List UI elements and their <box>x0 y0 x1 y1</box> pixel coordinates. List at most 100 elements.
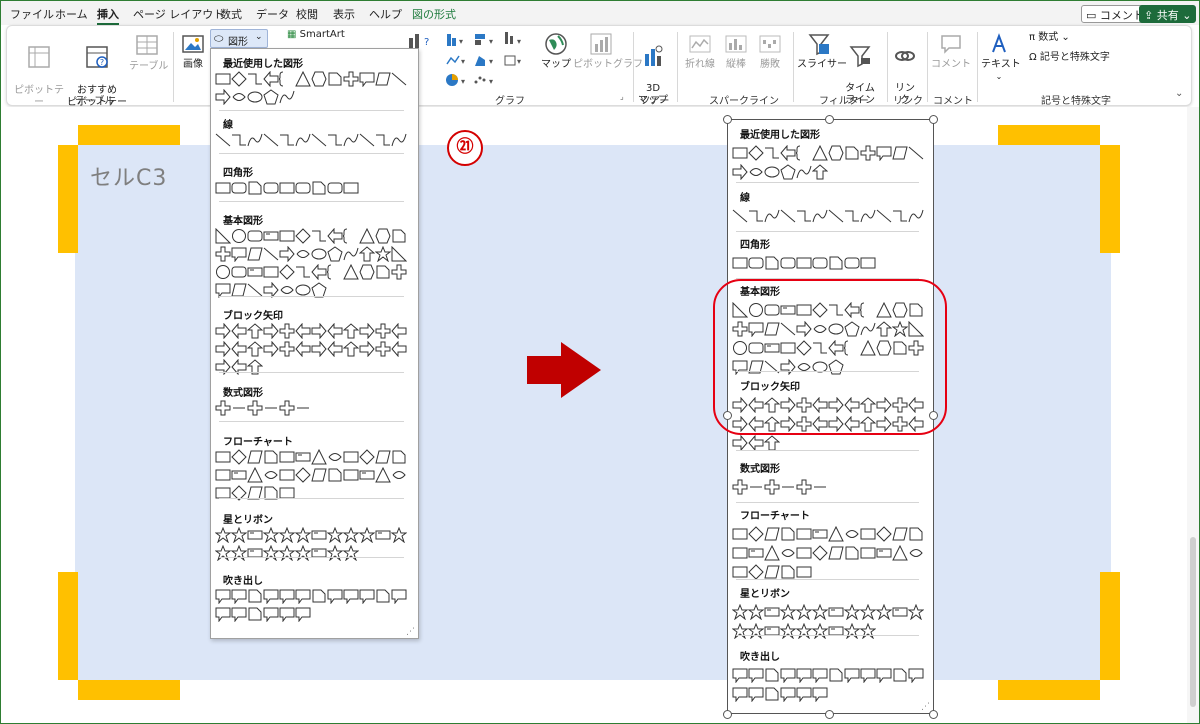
shape-option-icon[interactable] <box>748 564 764 580</box>
shape-option-icon[interactable] <box>908 526 924 542</box>
shape-option-icon[interactable] <box>215 449 231 465</box>
shape-option-icon[interactable] <box>247 71 263 87</box>
tab-formulas[interactable]: 数式 <box>220 6 242 22</box>
symbol-button[interactable]: Ω 記号と特殊文字 <box>1029 52 1110 64</box>
shape-option-icon[interactable] <box>748 208 764 224</box>
shape-option-icon[interactable] <box>231 89 247 105</box>
shape-option-icon[interactable] <box>359 246 375 262</box>
tab-shape-format[interactable]: 図の形式 <box>412 6 456 22</box>
shape-option-icon[interactable] <box>796 564 812 580</box>
tab-page-layout[interactable]: ページ レイアウト <box>133 6 224 22</box>
share-button[interactable]: ⇪ 共有 ⌄ <box>1139 5 1197 23</box>
tab-data[interactable]: データ <box>256 6 289 22</box>
shape-option-icon[interactable] <box>327 527 343 543</box>
resize-handle[interactable] <box>825 710 834 719</box>
shape-option-icon[interactable] <box>748 545 764 561</box>
shape-option-icon[interactable] <box>215 264 231 280</box>
shape-option-icon[interactable] <box>215 71 231 87</box>
shape-option-icon[interactable] <box>780 667 796 683</box>
resize-handle[interactable] <box>929 115 938 124</box>
shape-option-icon[interactable] <box>343 264 359 280</box>
shape-option-icon[interactable] <box>231 323 247 339</box>
shape-option-icon[interactable] <box>279 323 295 339</box>
shape-option-icon[interactable] <box>295 323 311 339</box>
shape-option-icon[interactable] <box>860 604 876 620</box>
shape-option-icon[interactable] <box>263 527 279 543</box>
shape-option-icon[interactable] <box>327 588 343 604</box>
shape-option-icon[interactable] <box>311 228 327 244</box>
shape-option-icon[interactable] <box>780 145 796 161</box>
shape-option-icon[interactable] <box>860 526 876 542</box>
shape-option-icon[interactable] <box>311 180 327 196</box>
shape-option-icon[interactable] <box>844 623 860 639</box>
resize-handle[interactable] <box>723 710 732 719</box>
shape-option-icon[interactable] <box>732 604 748 620</box>
shape-option-icon[interactable] <box>247 449 263 465</box>
shape-option-icon[interactable] <box>828 667 844 683</box>
shape-option-icon[interactable] <box>279 527 295 543</box>
shape-option-icon[interactable] <box>908 208 924 224</box>
shape-option-icon[interactable] <box>892 145 908 161</box>
shape-option-icon[interactable] <box>343 180 359 196</box>
shape-option-icon[interactable] <box>327 449 343 465</box>
shape-option-icon[interactable] <box>764 479 780 495</box>
shape-option-icon[interactable] <box>215 606 231 622</box>
shape-option-icon[interactable] <box>732 686 748 702</box>
shape-option-icon[interactable] <box>812 545 828 561</box>
tab-view[interactable]: 表示 <box>333 6 355 22</box>
shape-option-icon[interactable] <box>279 180 295 196</box>
shape-option-icon[interactable] <box>892 604 908 620</box>
shape-option-icon[interactable] <box>231 264 247 280</box>
shape-option-icon[interactable] <box>764 623 780 639</box>
shape-option-icon[interactable] <box>780 686 796 702</box>
scrollbar-thumb[interactable] <box>1190 537 1196 707</box>
shape-option-icon[interactable] <box>908 145 924 161</box>
shape-option-icon[interactable] <box>748 255 764 271</box>
shape-option-icon[interactable] <box>748 667 764 683</box>
shape-option-icon[interactable] <box>391 264 407 280</box>
shape-option-icon[interactable] <box>732 164 748 180</box>
shape-option-icon[interactable] <box>748 435 764 451</box>
shape-option-icon[interactable] <box>748 526 764 542</box>
shape-option-icon[interactable] <box>279 132 295 148</box>
shape-option-icon[interactable] <box>263 400 279 416</box>
shape-option-icon[interactable] <box>732 564 748 580</box>
text-button[interactable]: テキスト ⌄ <box>981 32 1021 83</box>
shape-option-icon[interactable] <box>860 255 876 271</box>
collapse-ribbon-icon[interactable]: ⌄ <box>1175 88 1183 99</box>
shape-option-icon[interactable] <box>375 527 391 543</box>
resize-handle[interactable] <box>825 115 834 124</box>
shape-option-icon[interactable] <box>391 341 407 357</box>
shape-option-icon[interactable] <box>732 667 748 683</box>
shape-option-icon[interactable] <box>247 228 263 244</box>
shape-option-icon[interactable] <box>311 545 327 561</box>
shape-option-icon[interactable] <box>215 132 231 148</box>
shape-option-icon[interactable] <box>391 527 407 543</box>
shape-option-icon[interactable] <box>343 588 359 604</box>
shape-option-icon[interactable] <box>908 667 924 683</box>
shape-option-icon[interactable] <box>359 132 375 148</box>
shape-option-icon[interactable] <box>876 667 892 683</box>
shape-option-icon[interactable] <box>892 545 908 561</box>
shape-option-icon[interactable] <box>231 132 247 148</box>
shape-option-icon[interactable] <box>796 526 812 542</box>
shape-option-icon[interactable] <box>375 588 391 604</box>
shape-option-icon[interactable] <box>812 686 828 702</box>
shape-option-icon[interactable] <box>375 71 391 87</box>
shape-option-icon[interactable] <box>796 164 812 180</box>
shape-option-icon[interactable] <box>359 341 375 357</box>
shape-option-icon[interactable] <box>812 604 828 620</box>
shape-option-icon[interactable] <box>247 341 263 357</box>
shape-option-icon[interactable] <box>295 400 311 416</box>
shape-option-icon[interactable] <box>215 400 231 416</box>
shape-option-icon[interactable] <box>295 449 311 465</box>
shape-option-icon[interactable] <box>327 180 343 196</box>
resize-handle[interactable] <box>929 710 938 719</box>
shape-option-icon[interactable] <box>764 208 780 224</box>
shape-option-icon[interactable] <box>812 623 828 639</box>
shape-option-icon[interactable] <box>828 526 844 542</box>
shape-option-icon[interactable] <box>295 71 311 87</box>
shape-option-icon[interactable] <box>263 246 279 262</box>
shape-option-icon[interactable] <box>375 228 391 244</box>
shape-option-icon[interactable] <box>860 208 876 224</box>
